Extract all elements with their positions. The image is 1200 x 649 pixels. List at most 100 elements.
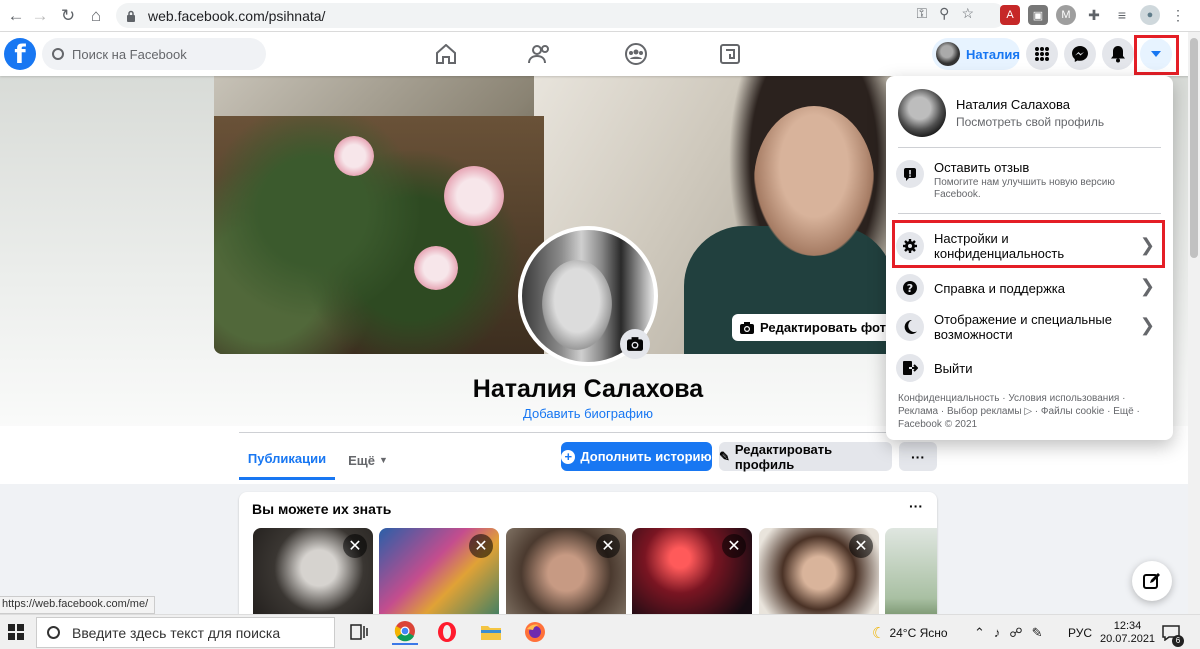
- file-explorer-icon[interactable]: [478, 619, 504, 645]
- browser-toolbar: ← → ↻ ⌂ web.facebook.com/psihnata/ ⚿ ⚲ ☆…: [0, 0, 1200, 32]
- clock[interactable]: 12:34 20.07.2021: [1100, 615, 1155, 649]
- compose-icon: [1143, 572, 1161, 590]
- reload-icon[interactable]: ↻: [54, 2, 82, 30]
- extension-icon[interactable]: ▣: [1028, 5, 1048, 25]
- key-icon[interactable]: ⚿: [917, 5, 928, 22]
- edit-cover-label: Редактировать фото об: [760, 320, 894, 335]
- person-card[interactable]: ✕: [253, 528, 373, 622]
- clock-date: 20.07.2021: [1100, 632, 1156, 645]
- puzzle-icon[interactable]: ✚: [1084, 5, 1104, 25]
- person-card[interactable]: ✕: [506, 528, 626, 622]
- menu-footer-links[interactable]: Конфиденциальность · Условия использован…: [898, 392, 1161, 431]
- more-actions-button[interactable]: ···: [899, 442, 937, 471]
- profile-name: Наталия Салахова: [472, 375, 704, 403]
- avatar: [936, 42, 960, 66]
- url-text: web.facebook.com/psihnata/: [148, 7, 326, 24]
- menu-profile-link[interactable]: Наталия Салахова Посмотреть свой профиль: [898, 86, 1161, 140]
- profile-icon[interactable]: ●: [1140, 5, 1160, 25]
- m-extension-icon[interactable]: M: [1056, 5, 1076, 25]
- firefox-icon[interactable]: [522, 619, 548, 645]
- menu-kebab-icon[interactable]: ⋮: [1168, 5, 1188, 25]
- scroll-thumb[interactable]: [1190, 38, 1198, 258]
- facebook-logo[interactable]: f: [4, 38, 36, 70]
- menu-item-display[interactable]: Отображение и специальные возможности ❯: [896, 310, 1163, 344]
- menu-item-feedback[interactable]: Оставить отзыв Помогите нам улучшить нов…: [896, 160, 1163, 201]
- close-icon[interactable]: ✕: [596, 534, 620, 558]
- nav-groups[interactable]: [616, 38, 656, 70]
- bookmark-star-icon[interactable]: ☆: [961, 5, 974, 22]
- nav-gaming[interactable]: [710, 38, 750, 70]
- tab-more[interactable]: Ещё ▼: [340, 440, 396, 480]
- person-card[interactable]: [885, 528, 937, 622]
- edit-profile-button[interactable]: ✎ Редактировать профиль: [719, 441, 892, 472]
- reading-list-icon[interactable]: ≡: [1112, 5, 1132, 25]
- groups-icon: [625, 43, 647, 65]
- new-message-button[interactable]: [1132, 561, 1172, 601]
- person-card[interactable]: ✕: [379, 528, 499, 622]
- chevron-right-icon: ❯: [1139, 315, 1155, 335]
- account-dropdown-menu: Наталия Салахова Посмотреть свой профиль…: [886, 76, 1173, 440]
- pdf-extension-icon[interactable]: A: [1000, 5, 1020, 25]
- logout-icon: [896, 354, 924, 382]
- logout-label: Выйти: [934, 360, 973, 376]
- tab-publications[interactable]: Публикации: [239, 440, 335, 480]
- language-indicator[interactable]: РУС: [1068, 626, 1092, 640]
- address-bar[interactable]: web.facebook.com/psihnata/: [116, 3, 1006, 28]
- add-bio-link[interactable]: Добавить биографию: [488, 406, 688, 421]
- pencil-icon: ✎: [719, 448, 730, 464]
- chevron-up-icon[interactable]: ⌃: [974, 625, 985, 641]
- nav-friends[interactable]: [520, 38, 560, 70]
- network-icon[interactable]: ☍: [1009, 625, 1022, 641]
- forward-icon[interactable]: →: [26, 2, 54, 30]
- taskbar-search-input[interactable]: Введите здесь текст для поиска: [36, 617, 335, 648]
- menu-view-profile: Посмотреть свой профиль: [956, 115, 1105, 129]
- camera-icon: [627, 337, 643, 351]
- close-icon[interactable]: ✕: [722, 534, 746, 558]
- notification-center-button[interactable]: 6: [1162, 615, 1184, 649]
- person-card[interactable]: ✕: [632, 528, 752, 622]
- chrome-icon[interactable]: [392, 619, 418, 645]
- windows-start-icon[interactable]: [8, 624, 24, 640]
- help-icon: ?: [896, 274, 924, 302]
- page-scrollbar[interactable]: [1188, 32, 1200, 617]
- opera-icon[interactable]: [434, 619, 460, 645]
- home-icon[interactable]: ⌂: [82, 2, 110, 30]
- edit-cover-button[interactable]: Редактировать фото об: [732, 314, 894, 341]
- display-label-line2: возможности: [934, 327, 1013, 342]
- nav-home[interactable]: [426, 38, 466, 70]
- gaming-icon: [719, 43, 741, 65]
- close-icon[interactable]: ✕: [849, 534, 873, 558]
- messenger-button[interactable]: [1064, 38, 1096, 70]
- weather-text[interactable]: 24°C Ясно: [889, 626, 947, 640]
- edit-profile-label: Редактировать профиль: [734, 441, 833, 472]
- chevron-right-icon: ❯: [1139, 276, 1155, 296]
- speaker-icon[interactable]: ♪: [994, 625, 1001, 640]
- task-view-icon[interactable]: [346, 619, 372, 645]
- divider: [898, 213, 1161, 214]
- weather-sun-icon: ☾: [872, 624, 886, 642]
- close-icon[interactable]: ✕: [469, 534, 493, 558]
- close-icon[interactable]: ✕: [343, 534, 367, 558]
- avatar-camera-button[interactable]: [620, 329, 650, 359]
- menu-grid-button[interactable]: [1026, 38, 1058, 70]
- clock-time: 12:34: [1113, 619, 1142, 632]
- notifications-button[interactable]: [1102, 38, 1134, 70]
- menu-item-logout[interactable]: Выйти: [896, 354, 1163, 382]
- add-story-label: Дополнить историю: [580, 449, 712, 464]
- zoom-icon[interactable]: ⚲: [939, 5, 949, 22]
- moon-icon: [896, 313, 924, 341]
- feedback-subtitle: Помогите нам улучшить новую версию Faceb…: [934, 177, 1115, 200]
- help-label: Справка и поддержка: [934, 280, 1065, 296]
- pen-icon[interactable]: ✎: [1032, 625, 1043, 641]
- display-label-line1: Отображение и специальные: [934, 312, 1112, 327]
- profile-shortcut-label: Наталия: [965, 46, 1020, 62]
- facebook-search-input[interactable]: Поиск на Facebook: [42, 38, 266, 70]
- person-card[interactable]: ✕: [759, 528, 879, 622]
- profile-shortcut[interactable]: Наталия: [932, 38, 1020, 70]
- pymk-more-button[interactable]: ···: [909, 498, 923, 514]
- link-status-bar: https://web.facebook.com/me/: [0, 596, 156, 614]
- add-story-button[interactable]: + Дополнить историю: [561, 442, 712, 471]
- menu-user-name: Наталия Салахова: [956, 97, 1071, 112]
- plus-circle-icon: +: [561, 449, 576, 464]
- menu-item-help[interactable]: ? Справка и поддержка ❯: [896, 274, 1163, 302]
